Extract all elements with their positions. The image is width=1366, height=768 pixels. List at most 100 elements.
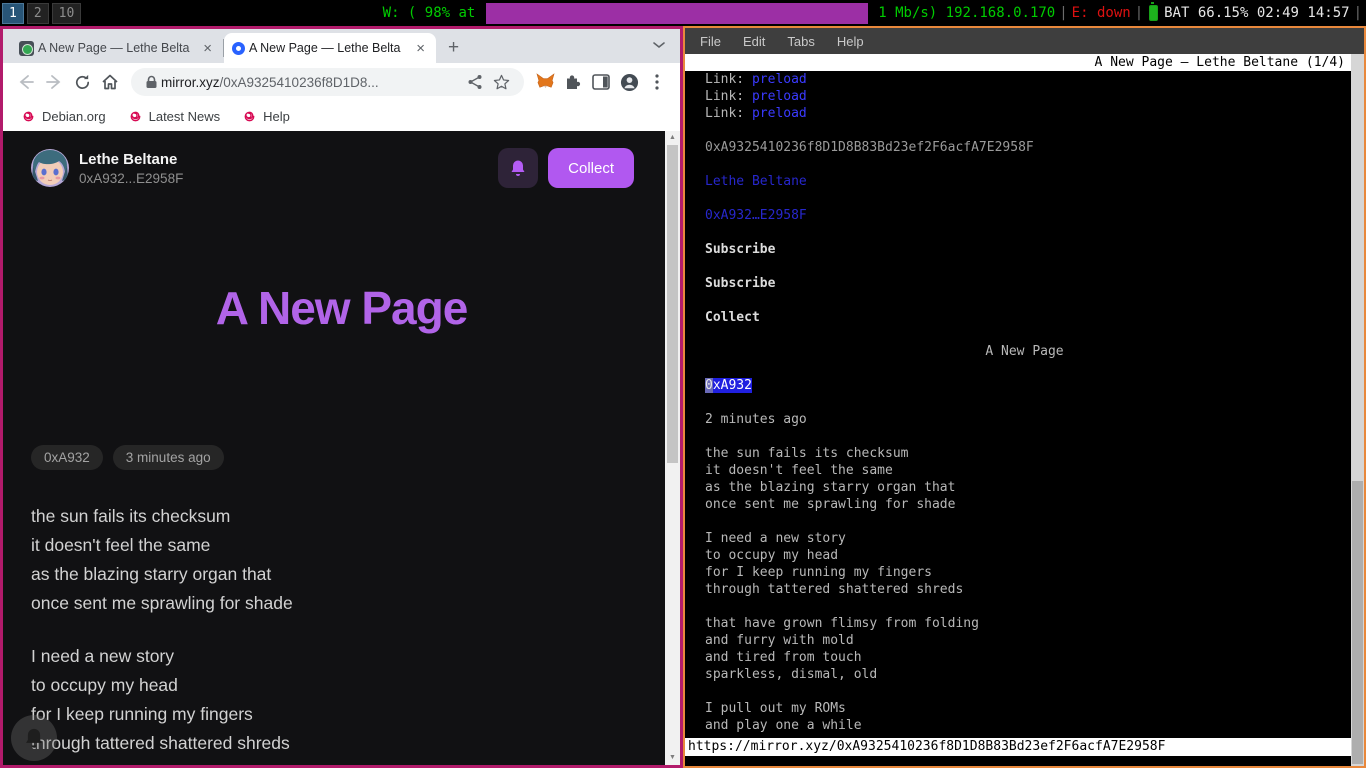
mirror-favicon [232,42,245,55]
menu-edit[interactable]: Edit [732,34,776,49]
poem-body: the sun fails its checksum it doesn't fe… [31,502,652,758]
url-text: mirror.xyz/0xA9325410236f8D1D8... [161,75,379,90]
poem-line: as the blazing starry organ that [31,560,652,589]
terminal-scrollbar[interactable] [1351,54,1364,766]
bookmark-latest-news[interactable]: Latest News [124,107,231,126]
scrollbar-thumb[interactable] [1352,481,1363,764]
terminal-text: to occupy my head [705,548,838,563]
menu-help[interactable]: Help [826,34,875,49]
forward-icon[interactable] [41,69,67,95]
menu-tabs[interactable]: Tabs [776,34,825,49]
workspace-button-10[interactable]: 10 [52,3,82,24]
metamask-icon[interactable] [532,69,558,95]
terminal-line: that have grown flimsy from folding [705,615,1364,632]
terminal-text: once sent me sprawling for shade [705,497,955,512]
debian-swirl-icon [242,109,257,124]
tab-strip: A New Page — Lethe Belta × A New Page — … [3,29,680,63]
collect-button[interactable]: Collect [548,148,634,188]
terminal-line: 2 minutes ago [705,411,1364,428]
terminal-text: and furry with mold [705,633,854,648]
terminal-text: I pull out my ROMs [705,701,846,716]
timestamp-badge: 3 minutes ago [113,445,224,470]
author-name[interactable]: Lethe Beltane [79,151,183,168]
terminal-line: and furry with mold [705,632,1364,649]
bookmark-star-icon[interactable] [488,69,514,95]
terminal-text: as the blazing starry organ that [705,480,955,495]
bell-icon [510,159,526,177]
scroll-up-arrow[interactable]: ▲ [669,131,676,145]
poem-line: through tattered shattered shreds [31,729,652,758]
page-content: ▲ ▼ [3,131,680,765]
debian-swirl-icon [21,109,36,124]
separator: | [1350,5,1366,21]
terminal-line [705,292,1364,309]
terminal-line: Link: preload [705,71,1364,88]
terminal-text: for I keep running my fingers [705,565,932,580]
terminal-link[interactable]: 0xA932…E2958F [705,208,807,223]
new-tab-button[interactable]: + [436,37,471,63]
terminal-text: and play one a while [705,718,862,733]
wifi-status: W: ( 98% at [383,5,484,21]
terminal-link[interactable]: Lethe Beltane [705,174,807,189]
address-badge[interactable]: 0xA932 [31,445,103,470]
debian-swirl-icon [128,109,143,124]
poem-line: to occupy my head [31,671,652,700]
terminal-link[interactable]: 0 [705,378,713,393]
terminal-line: Subscribe [705,241,1364,258]
profile-avatar-icon[interactable] [616,69,642,95]
terminal-line [705,190,1364,207]
share-icon[interactable] [462,69,488,95]
browser-toolbar: mirror.xyz/0xA9325410236f8D1D8... [3,63,680,101]
scroll-down-arrow[interactable]: ▼ [669,751,676,765]
lock-icon[interactable] [141,69,161,95]
terminal-body[interactable]: A New Page — Lethe Beltane (1/4) Link: p… [685,54,1364,766]
terminal-line: for I keep running my fingers [705,564,1364,581]
terminal-link[interactable]: preload [752,72,807,87]
terminal-window: File Edit Tabs Help A New Page — Lethe B… [683,26,1366,768]
terminal-text: it doesn't feel the same [705,463,893,478]
bookmark-label: Help [263,109,290,124]
terminal-line: once sent me sprawling for shade [705,496,1364,513]
terminal-link[interactable]: preload [752,89,807,104]
side-panel-icon[interactable] [588,69,614,95]
terminal-line [705,156,1364,173]
terminal-text: through tattered shattered shreds [705,582,963,597]
kebab-menu-icon[interactable] [644,69,670,95]
terminal-link[interactable]: xA932 [713,378,752,393]
terminal-link[interactable]: preload [752,106,807,121]
tab-close-icon[interactable]: × [413,40,428,57]
author-address[interactable]: 0xA932...E2958F [79,171,183,186]
home-icon[interactable] [97,69,123,95]
tab-2-active[interactable]: A New Page — Lethe Belta × [224,33,436,63]
address-bar[interactable]: mirror.xyz/0xA9325410236f8D1D8... [131,68,524,96]
terminal-line [705,122,1364,139]
extensions-puzzle-icon[interactable] [560,69,586,95]
tab-close-icon[interactable]: × [200,40,215,57]
battery-icon [1149,5,1158,21]
subscribe-bell-button[interactable] [498,148,538,188]
terminal-line: to occupy my head [705,547,1364,564]
avatar[interactable] [31,149,69,187]
menu-file[interactable]: File [689,34,732,49]
reload-icon[interactable] [69,69,95,95]
terminal-line: 0xA932 [705,377,1364,394]
bookmark-debian-org[interactable]: Debian.org [17,107,116,126]
back-icon[interactable] [13,69,39,95]
terminal-line: I pull out my ROMs [705,700,1364,717]
separator: | [1131,5,1147,21]
bookmark-help[interactable]: Help [238,107,300,126]
battery-clock-status: BAT 66.15% 02:49 14:57 [1164,5,1349,21]
chrome-window: A New Page — Lethe Belta × A New Page — … [0,26,683,768]
bookmarks-bar: Debian.org Latest News Help [3,101,680,131]
terminal-line: I need a new story [705,530,1364,547]
chevron-down-icon[interactable] [652,37,666,55]
terminal-line: Link: preload [705,105,1364,122]
tab-title: A New Page — Lethe Belta [38,41,196,55]
terminal-text: the sun fails its checksum [705,446,909,461]
workspace-button-1[interactable]: 1 [2,3,24,24]
workspace-button-2[interactable]: 2 [27,3,49,24]
scrollbar[interactable]: ▲ ▼ [665,131,680,765]
floating-bell-button[interactable] [11,715,57,761]
tab-1[interactable]: A New Page — Lethe Belta × [11,33,223,63]
scrollbar-thumb[interactable] [667,145,678,463]
